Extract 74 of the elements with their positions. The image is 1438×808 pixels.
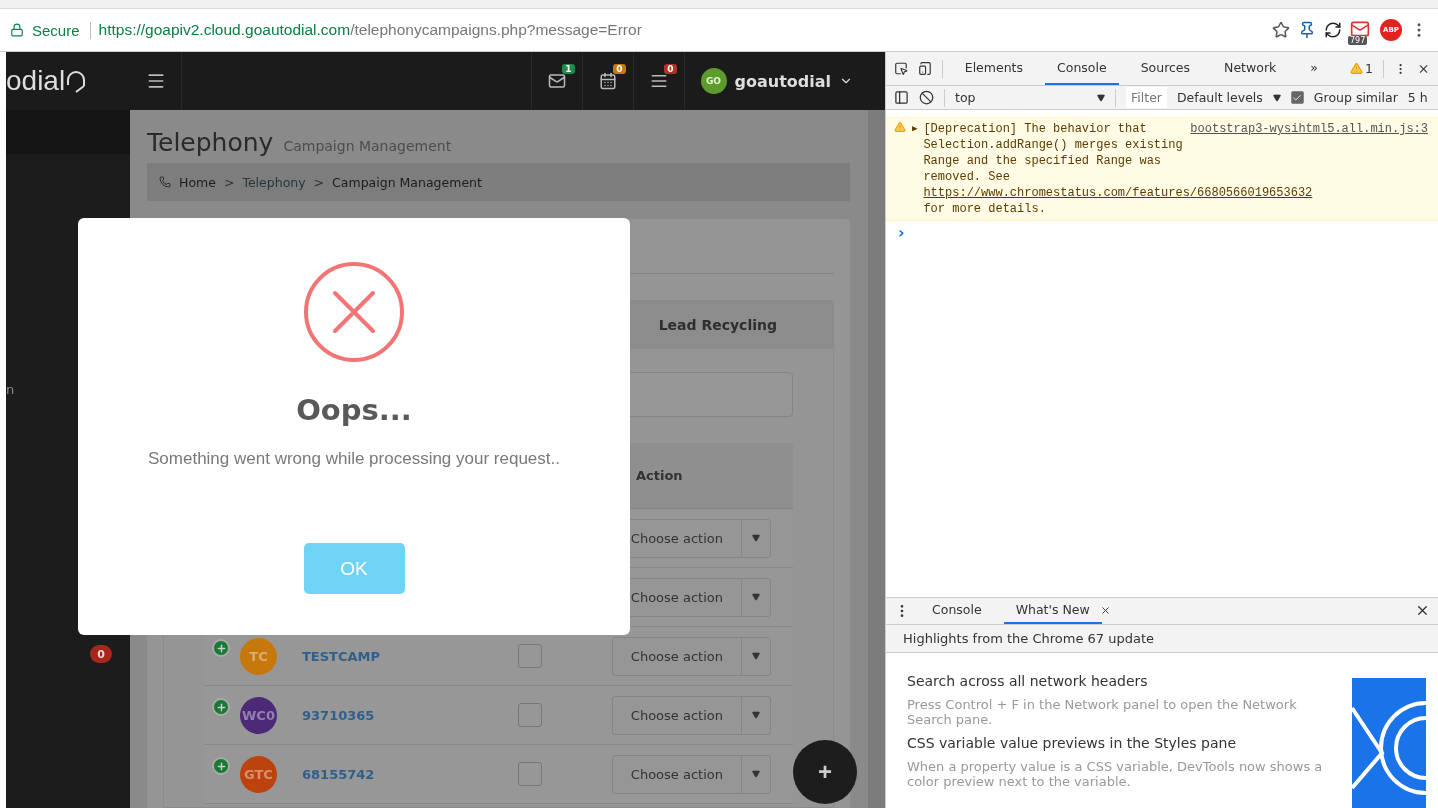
levels-dropdown[interactable]: Default levels — [1176, 90, 1263, 105]
caret-icon — [752, 593, 760, 601]
add-icon[interactable] — [212, 639, 230, 657]
drawer-tab[interactable]: What's New — [1003, 598, 1102, 624]
notification-count: 1 — [562, 64, 575, 74]
row-checkbox[interactable] — [518, 644, 542, 668]
cut-label: 5 h — [1407, 90, 1428, 105]
caret-icon[interactable] — [1097, 93, 1105, 102]
caret-icon — [752, 711, 760, 719]
add-icon[interactable] — [212, 698, 230, 716]
breadcrumb-item[interactable]: Home — [179, 174, 216, 190]
logo: odial — [6, 52, 130, 110]
group-checkbox[interactable] — [1290, 91, 1304, 104]
secure-label: Secure — [32, 21, 91, 39]
breadcrumb-item: Campaign Management — [332, 174, 482, 190]
caret-icon — [752, 652, 760, 660]
filter-field[interactable]: Filter — [1126, 87, 1167, 108]
notification-count: 0 — [613, 64, 626, 74]
phone-icon — [159, 176, 171, 188]
list-icon[interactable] — [649, 72, 668, 90]
pin-icon[interactable] — [1298, 21, 1316, 39]
warning-icon — [894, 121, 906, 133]
breadcrumb-separator: > — [313, 174, 325, 190]
console-prompt[interactable]: › — [898, 223, 1438, 242]
check-icon — [1292, 92, 1303, 103]
campaign-avatar: TC — [240, 637, 277, 675]
device-icon[interactable] — [917, 60, 932, 77]
tab[interactable]: Lead Recycling — [658, 317, 777, 333]
news-title[interactable]: Search across all network headers — [907, 673, 1332, 689]
page-subtitle: Campaign Management — [283, 138, 452, 154]
star-icon[interactable] — [1272, 21, 1290, 39]
close-icon[interactable] — [1099, 605, 1111, 617]
message-link[interactable]: https://www.chromestatus.com/features/6680566019653632 — [923, 186, 1313, 200]
inspect-icon[interactable] — [894, 60, 908, 77]
devtools-tab[interactable]: Elements — [952, 52, 1035, 85]
sidebar-text: n — [6, 382, 15, 397]
source-link[interactable]: bootstrap3-wysihtml5.all.min.js:3 — [1190, 121, 1428, 137]
sidebar-icon[interactable] — [894, 90, 909, 105]
warning-count[interactable]: 1 — [1349, 61, 1373, 76]
refresh-icon[interactable] — [1324, 21, 1342, 39]
add-icon[interactable] — [212, 757, 230, 775]
dialog-title: Oops... — [296, 393, 412, 427]
page-title: Telephony — [147, 128, 274, 157]
error-icon — [303, 261, 405, 363]
sidebar-badge: 0 — [90, 645, 112, 663]
envelope-icon[interactable] — [547, 72, 566, 90]
news-description: When a property value is a CSS variable, DevTools now shows a color preview next to the variable. — [907, 759, 1324, 789]
user-avatar: GO — [700, 68, 727, 94]
expand-toggle[interactable]: ▶ — [912, 121, 918, 217]
drawer-tab[interactable]: Console — [920, 598, 994, 624]
caret-icon — [752, 770, 760, 778]
highlights-banner: Highlights from the Chrome 67 update — [886, 624, 1438, 653]
devtools-tab[interactable]: Sources — [1128, 52, 1203, 85]
caret-icon[interactable] — [1272, 93, 1281, 102]
action-dropdown[interactable]: Choose action — [611, 636, 771, 676]
address-field[interactable]: https://goapiv2.cloud.goautodial.com/telephonycampaigns.php?message=Error — [98, 21, 1264, 39]
news-description: Press Control + F in the Network panel to open the Network Search pane. — [907, 697, 1298, 727]
campaign-avatar: GTC — [240, 755, 277, 793]
devtools-tab[interactable]: Network — [1212, 52, 1289, 85]
campaign-avatar: WC0 — [240, 696, 277, 734]
action-dropdown[interactable]: Choose action — [611, 695, 771, 735]
caret-icon — [752, 534, 760, 542]
more-tabs[interactable]: » — [1298, 52, 1330, 85]
group-label: Group similar — [1313, 90, 1398, 105]
breadcrumb-separator: > — [223, 174, 235, 190]
notification-count: 0 — [664, 64, 677, 74]
calendar-icon[interactable] — [598, 72, 617, 90]
context-select[interactable]: top — [955, 90, 1105, 105]
action-dropdown[interactable]: Choose action — [611, 754, 771, 794]
row-checkbox[interactable] — [518, 762, 542, 786]
lock-icon — [10, 23, 24, 37]
row-checkbox[interactable] — [518, 703, 542, 727]
clear-icon[interactable] — [919, 90, 934, 105]
news-title[interactable]: CSS variable value previews in the Styles pane — [907, 735, 1332, 751]
